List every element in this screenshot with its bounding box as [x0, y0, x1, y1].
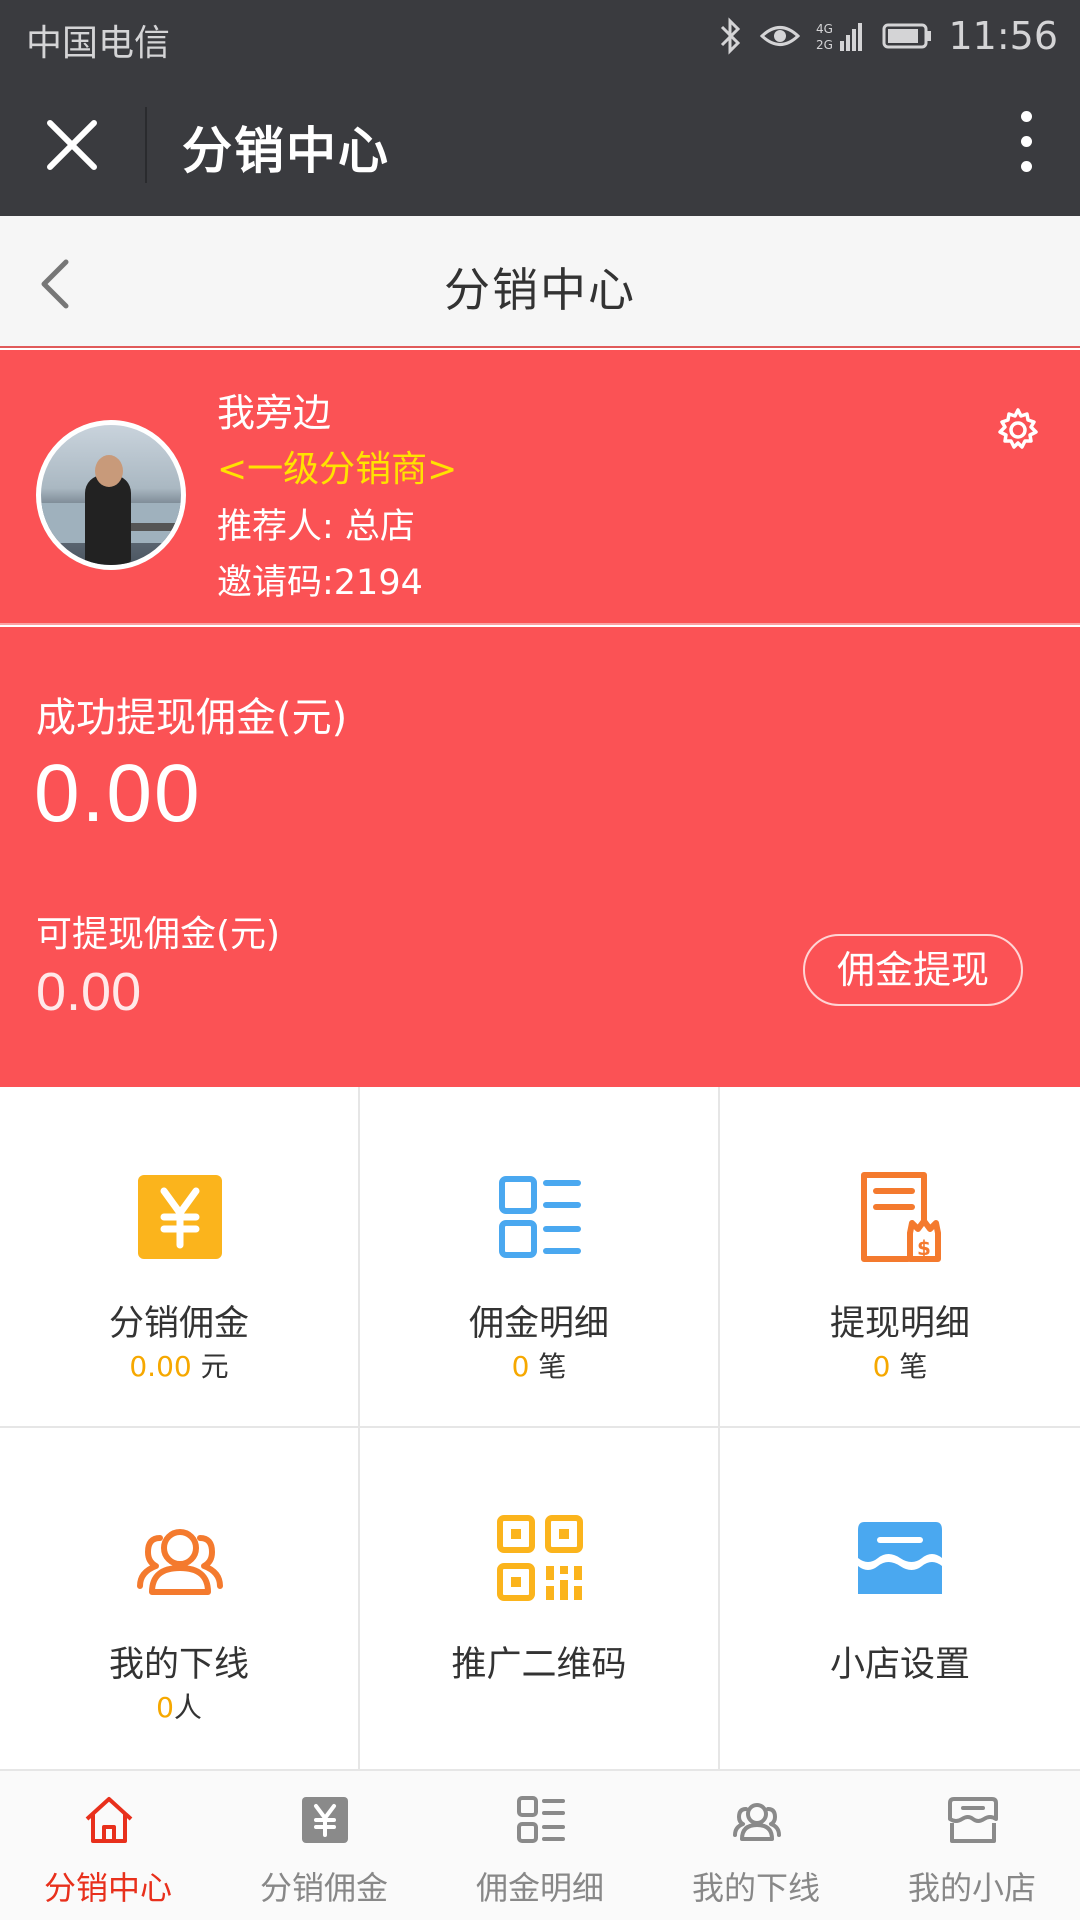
carrier-name: 中国电信 — [26, 23, 171, 64]
list-icon — [517, 1796, 565, 1843]
function-grid: 分销佣金 0.00 元 佣金明细 0 笔 $ 提现明细 0 笔 我的下线 0人 … — [0, 1087, 1080, 1769]
grid-item-withdrawal-detail[interactable]: $ 提现明细 0 笔 — [720, 1087, 1080, 1428]
tab-label: 我的小店 — [907, 1869, 1036, 1907]
grid-sub: 0 笔 — [511, 1350, 567, 1383]
available-commission-label: 可提现佣金(元) — [36, 914, 281, 955]
grid-label: 分销佣金 — [108, 1304, 249, 1344]
referrer-text: 推荐人: 总店 — [217, 507, 415, 547]
tab-label: 分销中心 — [43, 1869, 172, 1907]
divider — [145, 107, 147, 183]
profile-card: 我旁边 <一级分销商> 推荐人: 总店 邀请码:2194 — [0, 350, 1080, 625]
home-icon — [85, 1797, 133, 1843]
grid-label: 提现明细 — [829, 1304, 970, 1344]
grid-sub: 0人 — [156, 1691, 202, 1724]
users-icon — [137, 1529, 223, 1595]
grid-item-store-settings[interactable]: 小店设置 — [720, 1428, 1080, 1769]
withdraw-button[interactable]: 佣金提现 — [803, 934, 1023, 1006]
grid-label: 佣金明细 — [468, 1304, 609, 1344]
grid-item-my-downline[interactable]: 我的下线 0人 — [0, 1428, 360, 1769]
tab-distribution-center[interactable]: 分销中心 — [0, 1771, 216, 1922]
grid-label: 小店设置 — [829, 1645, 970, 1685]
bottom-tab-bar: 分销中心 分销佣金 佣金明细 我的下线 我的小店 — [0, 1769, 1080, 1920]
svg-text:$: $ — [917, 1236, 931, 1260]
tab-my-downline[interactable]: 我的下线 — [648, 1771, 864, 1922]
wechat-top-bar: 分销中心 — [0, 73, 1080, 216]
wechat-title: 分销中心 — [182, 122, 390, 180]
list-icon — [499, 1176, 581, 1258]
available-commission-value: 0.00 — [36, 962, 142, 1022]
clock: 11:56 — [948, 14, 1058, 58]
success-withdrawn-label: 成功提现佣金(元) — [36, 695, 348, 741]
yen-icon — [302, 1797, 348, 1843]
bluetooth-icon — [721, 17, 741, 55]
more-icon[interactable] — [1014, 111, 1038, 179]
store-icon — [858, 1522, 942, 1594]
tab-commission-detail[interactable]: 佣金明细 — [432, 1771, 648, 1922]
page-header: 分销中心 — [0, 216, 1080, 348]
tab-my-store[interactable]: 我的小店 — [864, 1771, 1080, 1922]
page-title: 分销中心 — [444, 263, 636, 317]
grid-item-promo-qr[interactable]: 推广二维码 — [360, 1428, 720, 1769]
svg-text:4G: 4G — [816, 22, 833, 36]
grid-item-commission-detail[interactable]: 佣金明细 0 笔 — [360, 1087, 720, 1428]
grid-sub: 0 笔 — [872, 1350, 928, 1383]
battery-icon — [882, 23, 932, 49]
tab-distribution-commission[interactable]: 分销佣金 — [216, 1771, 432, 1922]
success-withdrawn-value: 0.00 — [34, 748, 202, 839]
status-bar: 中国电信 4G 2G 11:56 — [0, 0, 1080, 73]
grid-label: 推广二维码 — [451, 1645, 627, 1685]
close-icon[interactable] — [44, 117, 100, 173]
signal-icon: 4G 2G — [816, 22, 863, 52]
tab-label: 我的下线 — [691, 1869, 820, 1907]
distributor-level: <一级分销商> — [217, 449, 458, 490]
users-icon — [733, 1803, 781, 1841]
status-icons: 4G 2G 11:56 — [718, 12, 1058, 60]
store-icon — [948, 1797, 998, 1843]
receipt-icon: $ — [861, 1172, 941, 1262]
grid-sub: 0.00 元 — [129, 1350, 229, 1383]
tab-label: 分销佣金 — [259, 1869, 388, 1907]
invite-code: 邀请码:2194 — [217, 563, 423, 603]
svg-text:2G: 2G — [816, 38, 833, 52]
grid-item-distribution-commission[interactable]: 分销佣金 0.00 元 — [0, 1087, 360, 1428]
user-name: 我旁边 — [217, 391, 332, 435]
commission-panel: 成功提现佣金(元) 0.00 可提现佣金(元) 0.00 佣金提现 — [0, 627, 1080, 1087]
tab-label: 佣金明细 — [475, 1869, 604, 1907]
avatar[interactable] — [36, 420, 186, 570]
eye-icon — [760, 26, 801, 46]
yen-icon — [138, 1175, 222, 1259]
qr-code-icon — [497, 1515, 583, 1601]
gear-icon[interactable] — [994, 406, 1042, 454]
grid-label: 我的下线 — [108, 1645, 249, 1685]
